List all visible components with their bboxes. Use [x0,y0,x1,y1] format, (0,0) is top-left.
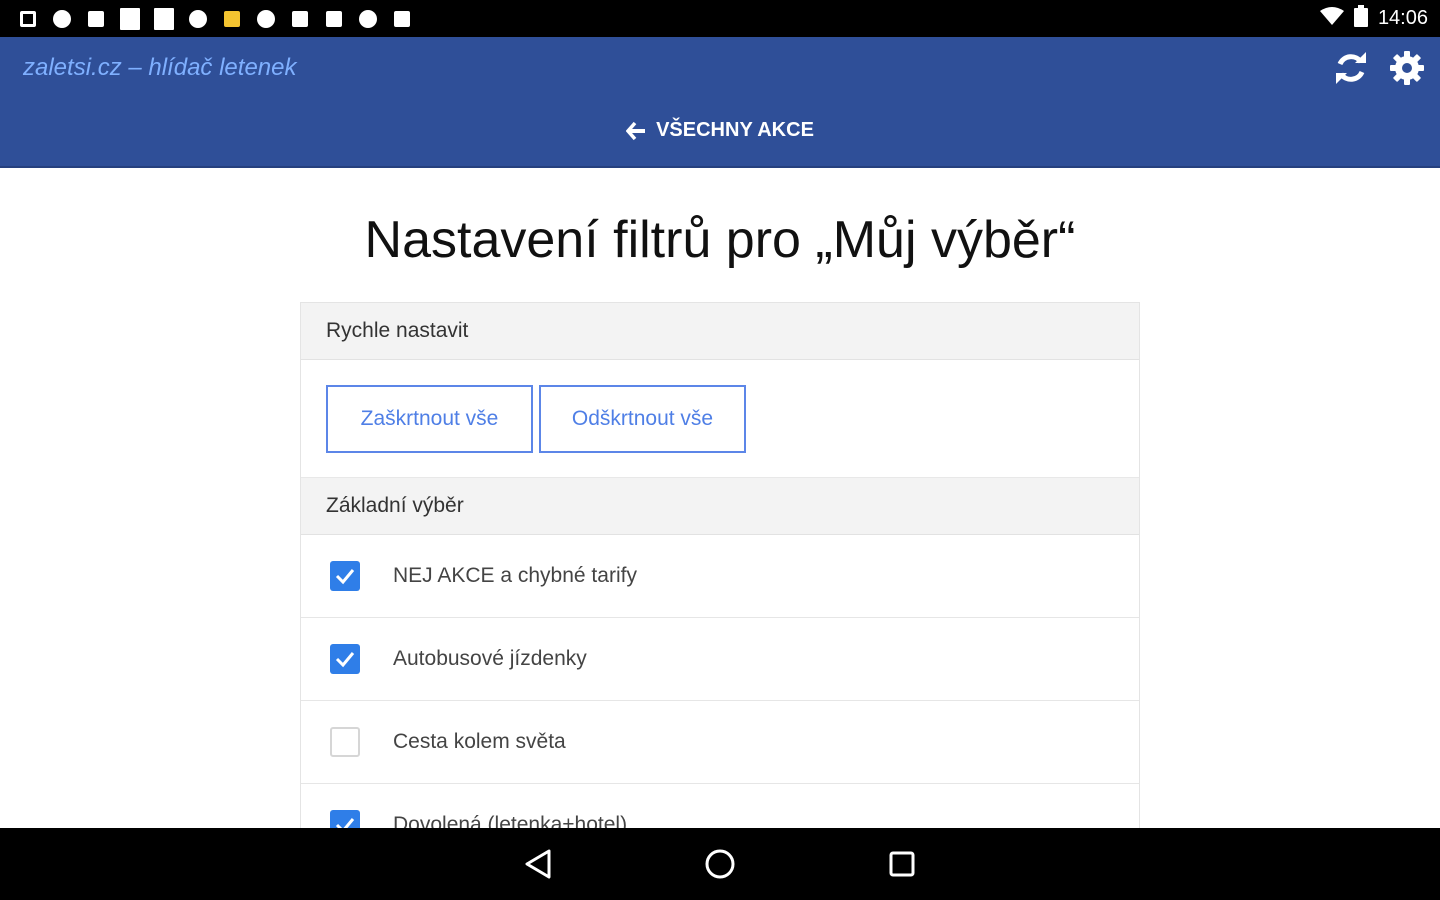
battery-icon [1353,5,1368,32]
mail-icon [120,7,140,30]
recents-icon[interactable] [876,838,928,890]
chrome-icon [188,9,208,29]
wifi-icon [1319,6,1344,31]
check-icon [335,652,355,668]
header-actions [1332,49,1426,87]
main-content: Nastavení filtrů pro „Můj výběr“ Rychle … [0,170,1440,828]
filter-row[interactable]: Dovolená (letenka+hotel) [301,784,1139,828]
all-deals-link[interactable]: VŠECHNY AKCE [0,119,1440,142]
quick-settings-buttons: Zaškrtnout vše Odškrtnout vše [301,360,1139,478]
check-all-button[interactable]: Zaškrtnout vše [326,384,533,453]
refresh-icon[interactable] [1332,49,1370,87]
filter-label: Cesta kolem světa [393,730,566,753]
basic-selection-heading: Základní výběr [301,478,1139,535]
gallery-icon [290,9,310,29]
check-icon [335,818,355,828]
square-icon [154,7,174,30]
photo-icon [392,9,412,29]
all-deals-label: VŠECHNY AKCE [656,119,814,141]
filter-label: Dovolená (letenka+hotel) [393,813,628,828]
android-icon [358,9,378,29]
checkbox-checked[interactable] [330,644,360,674]
check-icon [335,569,355,585]
sim-icon [324,9,344,29]
status-right: 14:06 [1319,5,1440,32]
quick-settings-heading: Rychle nastavit [301,303,1139,360]
gear-icon[interactable] [1388,49,1426,87]
notification-icon [18,9,38,29]
uncheck-all-button[interactable]: Odškrtnout vše [539,384,746,453]
app-title[interactable]: zaletsi.cz – hlídač letenek [23,54,296,82]
android-icon [256,9,276,29]
page-title: Nastavení filtrů pro „Můj výběr“ [364,211,1076,269]
status-bar: 14:06 [0,0,1440,37]
back-icon[interactable] [512,838,564,890]
system-nav-bar [0,828,1440,900]
checkbox-unchecked[interactable] [330,727,360,757]
clock: 14:06 [1377,7,1428,29]
arrow-left-icon [626,121,646,140]
notification-icons [0,7,412,30]
files-icon [222,9,242,29]
checkbox-checked[interactable] [330,561,360,591]
app-header: zaletsi.cz – hlídač letenek VŠECHNY AKCE [0,37,1440,168]
screen-icon [86,9,106,29]
filter-panel: Rychle nastavit Zaškrtnout vše Odškrtnou… [300,302,1140,828]
home-icon[interactable] [694,838,746,890]
filter-label: Autobusové jízdenky [393,647,587,670]
checkbox-checked[interactable] [330,810,360,828]
filter-row[interactable]: Cesta kolem světa [301,701,1139,784]
filter-label: NEJ AKCE a chybné tarify [393,564,637,587]
skype-icon [52,9,72,29]
filter-row[interactable]: NEJ AKCE a chybné tarify [301,535,1139,618]
filter-row[interactable]: Autobusové jízdenky [301,618,1139,701]
